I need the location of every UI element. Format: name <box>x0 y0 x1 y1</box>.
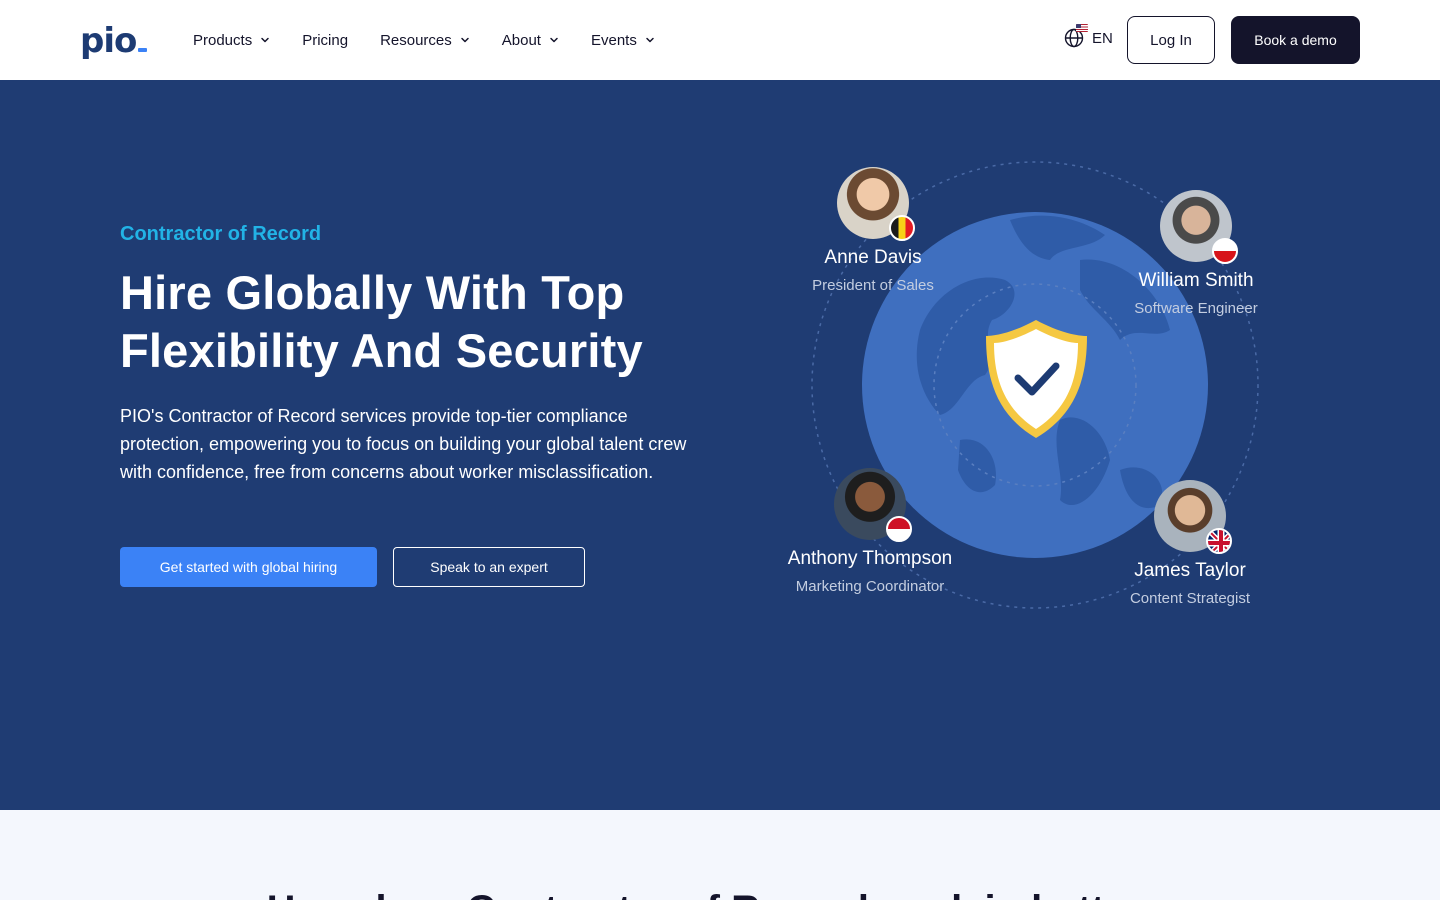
globe-icon <box>1064 24 1088 48</box>
get-started-button[interactable]: Get started with global hiring <box>120 547 377 587</box>
section-title: How does Contractor of Record work in be… <box>0 888 1440 900</box>
chevron-down-icon <box>550 37 558 43</box>
person-role: President of Sales <box>812 277 934 294</box>
hero-section: Contractor of Record Hire Globally With … <box>0 80 1440 810</box>
person-name: Anne Davis <box>824 247 922 268</box>
person-role: Software Engineer <box>1134 300 1258 317</box>
chevron-down-icon <box>461 37 469 43</box>
nav-item-label: About <box>501 31 541 49</box>
language-code: EN <box>1092 29 1113 47</box>
avatar <box>837 167 915 241</box>
chevron-down-icon <box>646 37 654 43</box>
logo-accent-bar <box>138 48 148 52</box>
nav-item-label: Products <box>193 31 253 49</box>
person-role: Marketing Coordinator <box>795 578 945 595</box>
avatar <box>1154 480 1232 554</box>
person-name: William Smith <box>1138 270 1254 291</box>
nav-item-label: Resources <box>380 31 452 49</box>
speak-to-expert-button[interactable]: Speak to an expert <box>393 547 585 587</box>
how-it-works-section: How does Contractor of Record work in be… <box>0 810 1440 900</box>
nav-item-pricing[interactable]: Pricing <box>302 32 348 49</box>
nav-item-label: Events <box>590 31 637 49</box>
language-selector[interactable]: EN <box>1064 24 1113 48</box>
nav-item-resources[interactable]: Resources <box>380 32 470 49</box>
person-card: Anne Davis President of Sales <box>773 167 973 294</box>
top-navigation: pio Products Pricing Resources About Eve… <box>0 0 1440 80</box>
person-name: James Taylor <box>1134 560 1246 581</box>
us-flag-icon <box>1076 24 1088 32</box>
hero-eyebrow: Contractor of Record <box>120 223 322 245</box>
avatar <box>1160 190 1238 264</box>
global-hiring-illustration: Anne Davis President of Sales William Sm… <box>760 140 1300 640</box>
login-button[interactable]: Log In <box>1127 16 1215 64</box>
nav-item-events[interactable]: Events <box>591 32 655 49</box>
person-card: James Taylor Content Strategist <box>1090 480 1290 607</box>
person-role: Content Strategist <box>1129 590 1251 607</box>
person-name: Anthony Thompson <box>787 548 953 569</box>
chevron-down-icon <box>261 37 269 43</box>
hero-headline: Hire Globally With Top Flexibility And S… <box>120 266 643 377</box>
avatar <box>834 468 912 542</box>
hero-description: PIO's Contractor of Record services prov… <box>120 406 687 482</box>
book-demo-button[interactable]: Book a demo <box>1231 16 1360 64</box>
person-card: William Smith Software Engineer <box>1096 190 1296 317</box>
logo-text: pio <box>80 21 137 61</box>
belgium-flag-icon <box>889 215 915 241</box>
united-kingdom-flag-icon <box>1206 528 1232 554</box>
pio-logo[interactable]: pio <box>80 21 148 61</box>
indonesia-flag-icon <box>886 516 912 542</box>
main-menu: Products Pricing Resources About Events <box>193 0 687 80</box>
nav-item-products[interactable]: Products <box>193 32 270 49</box>
nav-item-label: Pricing <box>302 31 349 49</box>
czech-republic-flag-icon <box>1212 238 1238 264</box>
nav-item-about[interactable]: About <box>502 32 559 49</box>
person-card: Anthony Thompson Marketing Coordinator <box>770 468 970 595</box>
